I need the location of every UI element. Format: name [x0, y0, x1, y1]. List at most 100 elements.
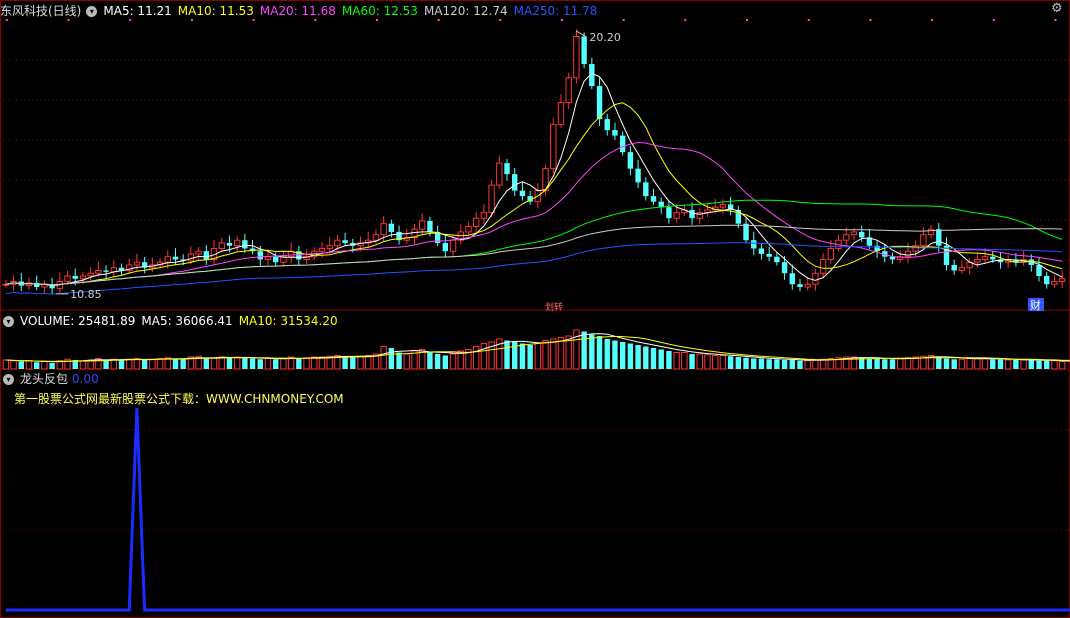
volume-bar [951, 359, 957, 369]
ma-line-60 [5, 199, 1063, 286]
candle-up [372, 234, 380, 241]
volume-bar [897, 358, 904, 370]
chart-border [0, 0, 1070, 618]
signal-dot [67, 19, 70, 21]
volume-bar [249, 358, 256, 369]
candle-up [827, 247, 835, 260]
volume-bar [156, 358, 164, 370]
volume-bar [689, 354, 695, 369]
volume-bar [280, 358, 287, 370]
event-marker: 划转 [545, 301, 563, 313]
candle-down [604, 119, 610, 131]
volume-bar [342, 356, 348, 369]
candle-down [643, 182, 649, 197]
volume-bar [380, 346, 387, 370]
high-label: 20.20 [589, 31, 621, 44]
volume-bar [627, 343, 634, 369]
volume-bar [943, 358, 950, 369]
volume-bar [758, 358, 765, 369]
volume-bar [504, 340, 510, 369]
volume-bar [904, 357, 912, 370]
volume-bar [172, 358, 179, 369]
candle-down [781, 262, 788, 274]
candle-down [758, 248, 765, 254]
volume-bar [797, 360, 803, 369]
candle-down [635, 168, 641, 183]
candle-up [318, 247, 326, 252]
volume-bar [311, 356, 318, 370]
candle-down [990, 256, 996, 260]
signal-dot [437, 19, 440, 21]
candle-up [326, 245, 333, 249]
volume-bar [449, 353, 457, 370]
candle-down [858, 231, 865, 238]
volume-bar [403, 353, 410, 370]
signal-dot [375, 19, 378, 21]
candle-up [187, 253, 195, 262]
candle-up [480, 212, 488, 219]
signal-dot [5, 19, 8, 21]
volume-bar [874, 358, 880, 369]
candle-up [233, 239, 241, 247]
signal-dot [560, 19, 563, 21]
volume-bar [427, 352, 433, 369]
volume-bar [41, 361, 48, 370]
candle-up [557, 102, 565, 126]
volume-bar [997, 359, 1004, 369]
candle-down [743, 223, 749, 241]
candle-down [619, 135, 626, 153]
volume-bar [1028, 360, 1035, 369]
volume-bar [1020, 359, 1027, 370]
signal-dot [190, 19, 193, 21]
volume-bar [550, 338, 557, 370]
volume-bar [118, 360, 125, 369]
volume-bar [396, 352, 402, 369]
candle-up [164, 256, 171, 263]
candle-down [1044, 275, 1050, 285]
candle-down [388, 223, 395, 232]
volume-bar [696, 353, 703, 370]
volume-bar [751, 358, 757, 369]
candle-up [565, 77, 572, 104]
volume-bar [534, 343, 542, 370]
volume-bar [25, 360, 33, 370]
volume-bar [596, 336, 603, 369]
candle-up [850, 231, 858, 236]
signal-dot [869, 19, 872, 21]
volume-bar [472, 346, 480, 370]
candle-down [612, 130, 618, 136]
volume-bar [257, 359, 263, 369]
candle-down [774, 256, 780, 263]
candle-down [789, 273, 795, 285]
volume-bar [990, 359, 996, 369]
finance-marker: 财 [1030, 298, 1041, 312]
candle-down [427, 220, 433, 232]
candle-down [951, 264, 957, 271]
volume-bar [218, 356, 225, 370]
volume-bar [242, 357, 248, 369]
signal-dot [807, 19, 810, 21]
volume-bar [557, 337, 565, 370]
volume-bar [180, 359, 186, 369]
candle-down [766, 253, 772, 257]
volume-bar [264, 358, 272, 370]
volume-bar [203, 358, 210, 369]
candle-down [689, 209, 695, 219]
candle-up [419, 220, 426, 230]
volume-bar [581, 331, 587, 369]
volume-bar [604, 339, 610, 369]
candle-up [488, 184, 495, 214]
volume-bar [766, 359, 772, 369]
signal-dot [314, 19, 317, 21]
candle-down [226, 242, 233, 246]
volume-bar [434, 354, 441, 369]
candle-down [666, 207, 672, 219]
ma-line-250 [5, 242, 1063, 295]
candle-down [658, 201, 664, 208]
volume-bar [141, 360, 148, 369]
signal-dot [931, 19, 934, 21]
volume-bar [296, 358, 302, 369]
candle-down [581, 36, 587, 65]
signal-dot [1054, 19, 1057, 21]
volume-bar [233, 356, 241, 370]
